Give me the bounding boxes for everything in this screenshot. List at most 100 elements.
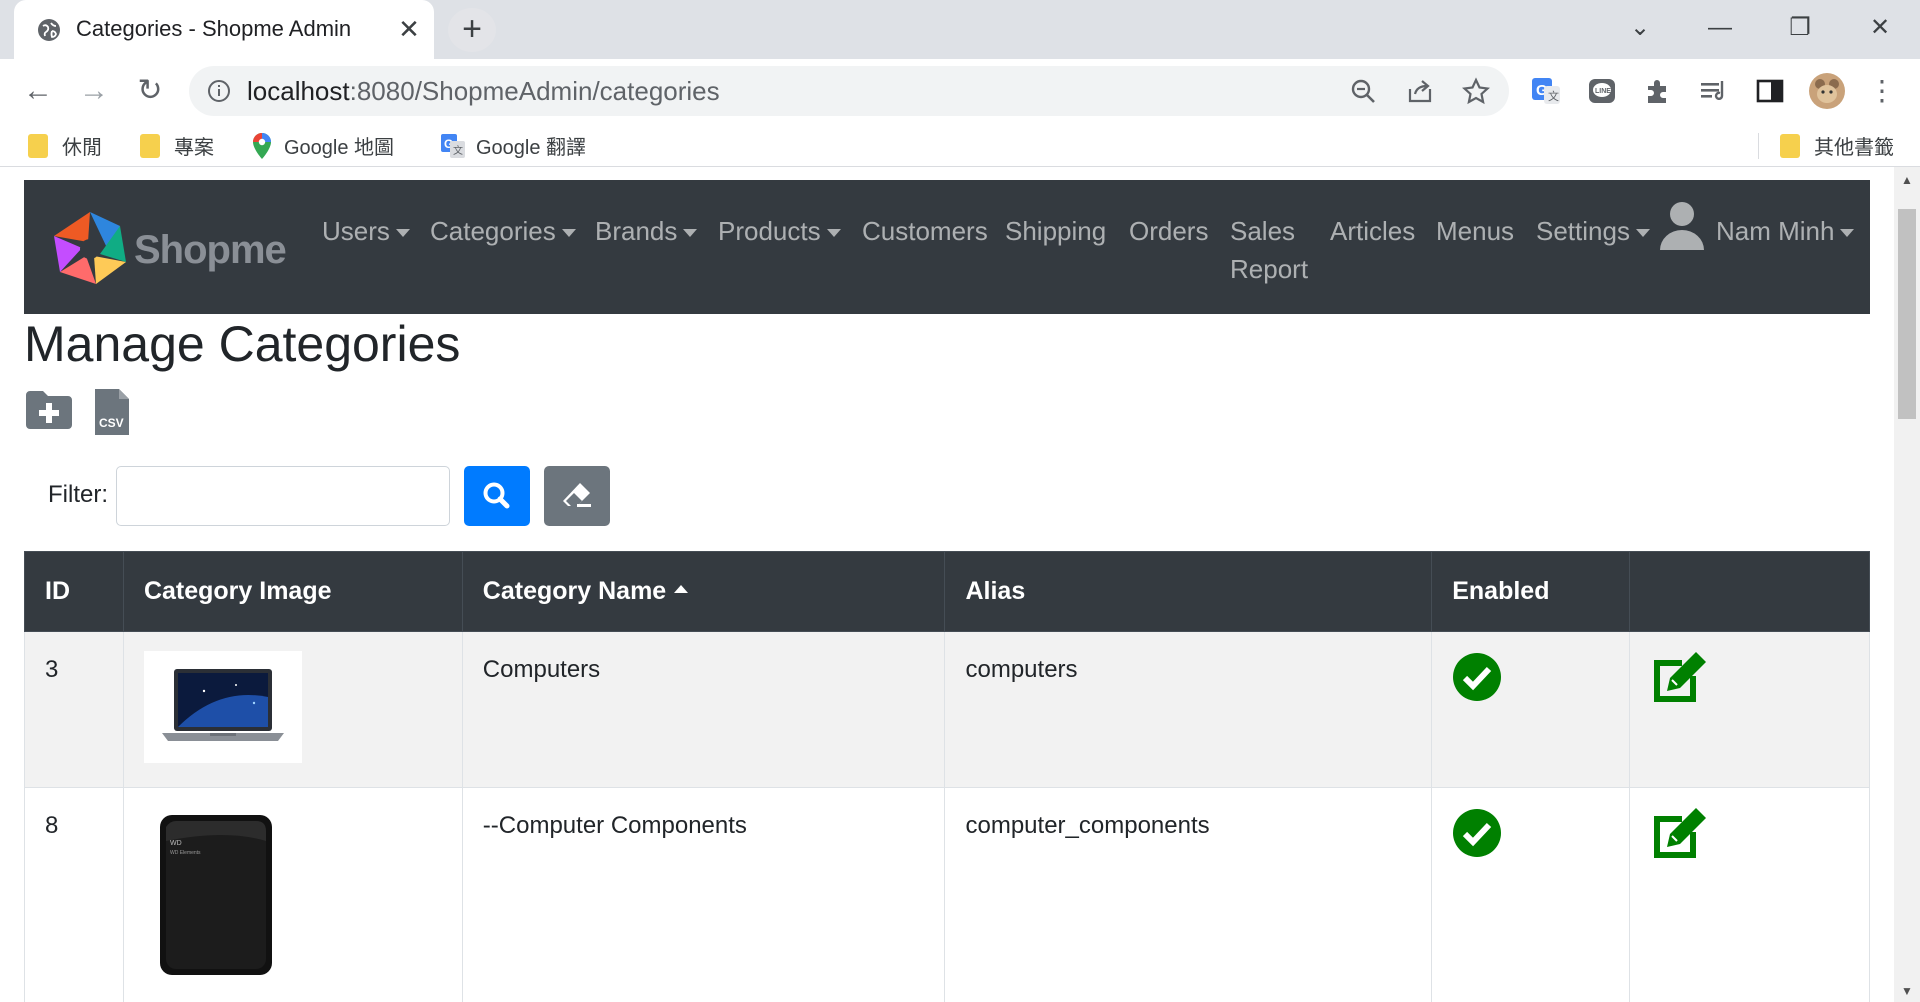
nav-label: Shipping <box>1005 216 1107 246</box>
google-translate-icon: G文 <box>441 133 465 158</box>
browser-tab[interactable]: Categories - Shopme Admin ✕ <box>14 0 434 59</box>
laptop-image <box>161 669 284 741</box>
cell-actions <box>1629 787 1870 1002</box>
bookmark-label: Google 翻譯 <box>476 137 587 159</box>
col-header-alias[interactable]: Alias <box>944 551 1433 632</box>
nav-categories[interactable]: Categories <box>430 212 576 250</box>
user-icon[interactable] <box>1659 200 1705 250</box>
nav-label: Users <box>322 216 390 246</box>
category-image[interactable] <box>143 651 302 763</box>
col-header-id[interactable]: ID <box>24 551 124 632</box>
tab-close-icon[interactable]: ✕ <box>394 14 424 44</box>
nav-sales-report[interactable]: Sales Report <box>1230 212 1308 288</box>
google-translate-icon[interactable]: G文 <box>1530 76 1562 106</box>
edit-icon[interactable] <box>1650 650 1710 704</box>
url-text[interactable]: localhost:8080/ShopmeAdmin/categories <box>247 76 720 107</box>
hard-drive-image: WD WD Elements <box>159 815 272 975</box>
chevron-down-icon <box>561 229 576 238</box>
zoom-icon[interactable] <box>1349 77 1379 105</box>
page-scrollbar[interactable]: ▲ ▼ <box>1894 167 1920 1002</box>
bookmarks-divider <box>1758 133 1759 159</box>
header-label: Category Name <box>482 577 667 605</box>
search-icon <box>483 482 510 509</box>
table-row: 3 Computers computers <box>24 631 1870 788</box>
browser-tabstrip: Categories - Shopme Admin ✕ + ⌄ — ❐ ✕ <box>0 0 1920 59</box>
share-icon[interactable] <box>1405 77 1435 105</box>
folder-icon <box>140 133 160 158</box>
nav-user-menu[interactable]: Nam Minh <box>1716 212 1855 250</box>
side-panel-icon[interactable] <box>1754 76 1786 106</box>
nav-label: Brands <box>595 216 678 246</box>
bookmark-item[interactable]: 休閒 <box>28 131 102 159</box>
csv-file-icon[interactable]: CSV <box>93 387 131 437</box>
site-info-icon[interactable] <box>207 79 231 103</box>
bookmark-item[interactable]: Google 地圖 <box>250 131 394 159</box>
url-path: :8080/ShopmeAdmin/categories <box>349 76 720 106</box>
cell-name: Computers <box>461 631 946 788</box>
tab-title: Categories - Shopme Admin <box>76 16 352 41</box>
enabled-check-icon[interactable] <box>1452 652 1502 702</box>
header-label: Category Image <box>143 577 332 605</box>
other-bookmarks[interactable]: 其他書籤 <box>1780 131 1894 159</box>
chevron-down-icon <box>826 229 841 238</box>
line-extension-icon[interactable]: LINE <box>1586 76 1618 106</box>
col-header-actions <box>1629 551 1870 632</box>
enabled-check-icon[interactable] <box>1452 808 1502 858</box>
reload-icon[interactable]: ↻ <box>128 69 172 113</box>
svg-text:文: 文 <box>453 144 463 157</box>
nav-orders[interactable]: Orders <box>1129 212 1208 250</box>
nav-label: Articles <box>1330 216 1416 246</box>
globe-icon <box>38 19 60 41</box>
back-icon[interactable]: ← <box>16 69 60 113</box>
svg-text:CSV: CSV <box>99 416 124 430</box>
cell-id: 8 <box>24 787 124 1002</box>
close-window-button[interactable]: ✕ <box>1850 8 1910 48</box>
edit-icon[interactable] <box>1650 806 1710 860</box>
nav-settings[interactable]: Settings <box>1536 212 1650 250</box>
cell-enabled <box>1431 631 1631 788</box>
forward-icon[interactable]: → <box>72 69 116 113</box>
nav-label: Customers <box>862 216 988 246</box>
add-folder-icon[interactable] <box>24 389 74 431</box>
search-button[interactable] <box>464 466 530 526</box>
scroll-thumb[interactable] <box>1898 209 1916 419</box>
nav-label: Products <box>718 216 821 246</box>
nav-shipping[interactable]: Shipping <box>1005 212 1106 250</box>
page-viewport: Shopme Users Categories Brands Products … <box>0 167 1920 1002</box>
bookmark-item[interactable]: 專案 <box>140 131 214 159</box>
header-label: Enabled <box>1452 577 1550 605</box>
scroll-up-icon[interactable]: ▲ <box>1900 173 1914 187</box>
nav-brands[interactable]: Brands <box>595 212 698 250</box>
bookmark-item[interactable]: G文 Google 翻譯 <box>440 131 586 159</box>
bookmark-label: 休閒 <box>62 137 102 159</box>
address-bar[interactable]: localhost:8080/ShopmeAdmin/categories <box>189 66 1509 116</box>
col-header-enabled[interactable]: Enabled <box>1431 551 1631 632</box>
restore-button[interactable]: ❐ <box>1770 8 1830 48</box>
tab-search-icon[interactable]: ⌄ <box>1610 8 1670 48</box>
reading-list-icon[interactable] <box>1698 76 1730 106</box>
bookmark-star-icon[interactable] <box>1461 77 1491 105</box>
table-header-row: ID Category Image Category Name Alias En… <box>24 551 1870 632</box>
chevron-down-icon <box>395 229 410 238</box>
nav-products[interactable]: Products <box>718 212 841 250</box>
nav-label: Orders <box>1129 216 1209 246</box>
extensions-puzzle-icon[interactable] <box>1642 76 1674 106</box>
profile-avatar[interactable] <box>1808 72 1846 110</box>
browser-toolbar: ← → ↻ localhost:8080/ShopmeAdmin/categor… <box>0 59 1920 123</box>
new-tab-button[interactable]: + <box>448 8 496 52</box>
browser-menu-icon[interactable]: ⋮ <box>1860 69 1904 113</box>
filter-input[interactable] <box>116 466 450 526</box>
nav-users[interactable]: Users <box>322 212 410 250</box>
brand-logo[interactable]: Shopme <box>48 206 288 290</box>
col-header-name[interactable]: Category Name <box>461 551 946 632</box>
nav-label: Menus <box>1436 216 1515 246</box>
category-image[interactable]: WD WD Elements <box>143 807 302 977</box>
page-title: Manage Categories <box>24 316 461 372</box>
minimize-button[interactable]: — <box>1690 8 1750 48</box>
nav-customers[interactable]: Customers <box>862 212 988 250</box>
nav-menus[interactable]: Menus <box>1436 212 1514 250</box>
table-row: 8 WD WD Elements --Computer Components c… <box>24 787 1870 1002</box>
nav-articles[interactable]: Articles <box>1330 212 1415 250</box>
scroll-down-icon[interactable]: ▼ <box>1900 984 1914 998</box>
clear-filter-button[interactable] <box>544 466 610 526</box>
